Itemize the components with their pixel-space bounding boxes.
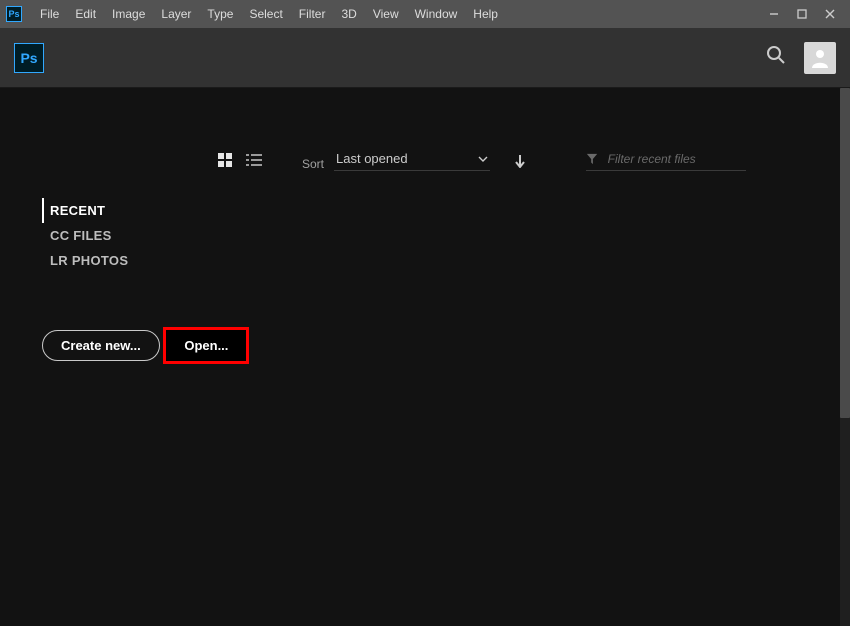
person-icon: [808, 46, 832, 70]
window-controls: [760, 4, 844, 24]
sort-group: Sort Last opened: [302, 151, 526, 171]
filter-group: [586, 152, 746, 171]
list-icon: [246, 153, 262, 167]
search-button[interactable]: [766, 45, 786, 70]
menu-bar: Ps File Edit Image Layer Type Select Fil…: [0, 0, 850, 28]
maximize-button[interactable]: [788, 4, 816, 24]
menu-window[interactable]: Window: [407, 0, 466, 28]
menu-3d[interactable]: 3D: [333, 0, 364, 28]
open-button-highlight: Open...: [163, 327, 249, 364]
scrollbar-thumb[interactable]: [840, 88, 850, 418]
scrollbar-track[interactable]: [840, 88, 850, 626]
funnel-icon: [586, 152, 598, 166]
filter-input[interactable]: [608, 152, 746, 166]
sort-value: Last opened: [336, 151, 408, 166]
menu-edit[interactable]: Edit: [67, 0, 104, 28]
menu-bar-left: Ps File Edit Image Layer Type Select Fil…: [6, 0, 506, 28]
header-right: [766, 42, 836, 74]
sidebar-item-recent[interactable]: RECENT: [42, 198, 249, 223]
sidebar-item-ccfiles[interactable]: CC FILES: [42, 223, 249, 248]
sidebar-item-lrphotos[interactable]: LR PHOTOS: [42, 248, 249, 273]
sidebar: RECENT CC FILES LR PHOTOS Create new... …: [42, 198, 249, 364]
menu-help[interactable]: Help: [465, 0, 506, 28]
sort-direction-button[interactable]: [514, 154, 526, 171]
list-view-button[interactable]: [246, 153, 262, 170]
menu-filter[interactable]: Filter: [291, 0, 334, 28]
app-icon-small: Ps: [6, 6, 22, 22]
view-toggle-group: [218, 153, 262, 170]
maximize-icon: [797, 9, 807, 19]
open-button[interactable]: Open...: [170, 332, 242, 359]
search-icon: [766, 45, 786, 65]
close-button[interactable]: [816, 4, 844, 24]
create-new-button[interactable]: Create new...: [42, 330, 160, 361]
sidebar-buttons: Create new... Open...: [42, 313, 249, 364]
arrow-down-icon: [514, 154, 526, 168]
sort-dropdown[interactable]: Last opened: [334, 151, 490, 171]
menu-view[interactable]: View: [365, 0, 407, 28]
minimize-icon: [769, 9, 779, 19]
menu-image[interactable]: Image: [104, 0, 153, 28]
close-icon: [825, 9, 835, 19]
menu-select[interactable]: Select: [241, 0, 290, 28]
menu-file[interactable]: File: [32, 0, 67, 28]
toolbar: Sort Last opened: [218, 146, 810, 176]
app-icon-large: Ps: [14, 43, 44, 73]
grid-view-button[interactable]: [218, 153, 232, 170]
menu-type[interactable]: Type: [199, 0, 241, 28]
sort-label: Sort: [302, 157, 324, 171]
menu-layer[interactable]: Layer: [153, 0, 199, 28]
grid-icon: [218, 153, 232, 167]
user-avatar[interactable]: [804, 42, 836, 74]
start-screen: RECENT CC FILES LR PHOTOS Create new... …: [0, 88, 850, 626]
header-bar: Ps: [0, 28, 850, 88]
chevron-down-icon: [478, 156, 488, 162]
minimize-button[interactable]: [760, 4, 788, 24]
